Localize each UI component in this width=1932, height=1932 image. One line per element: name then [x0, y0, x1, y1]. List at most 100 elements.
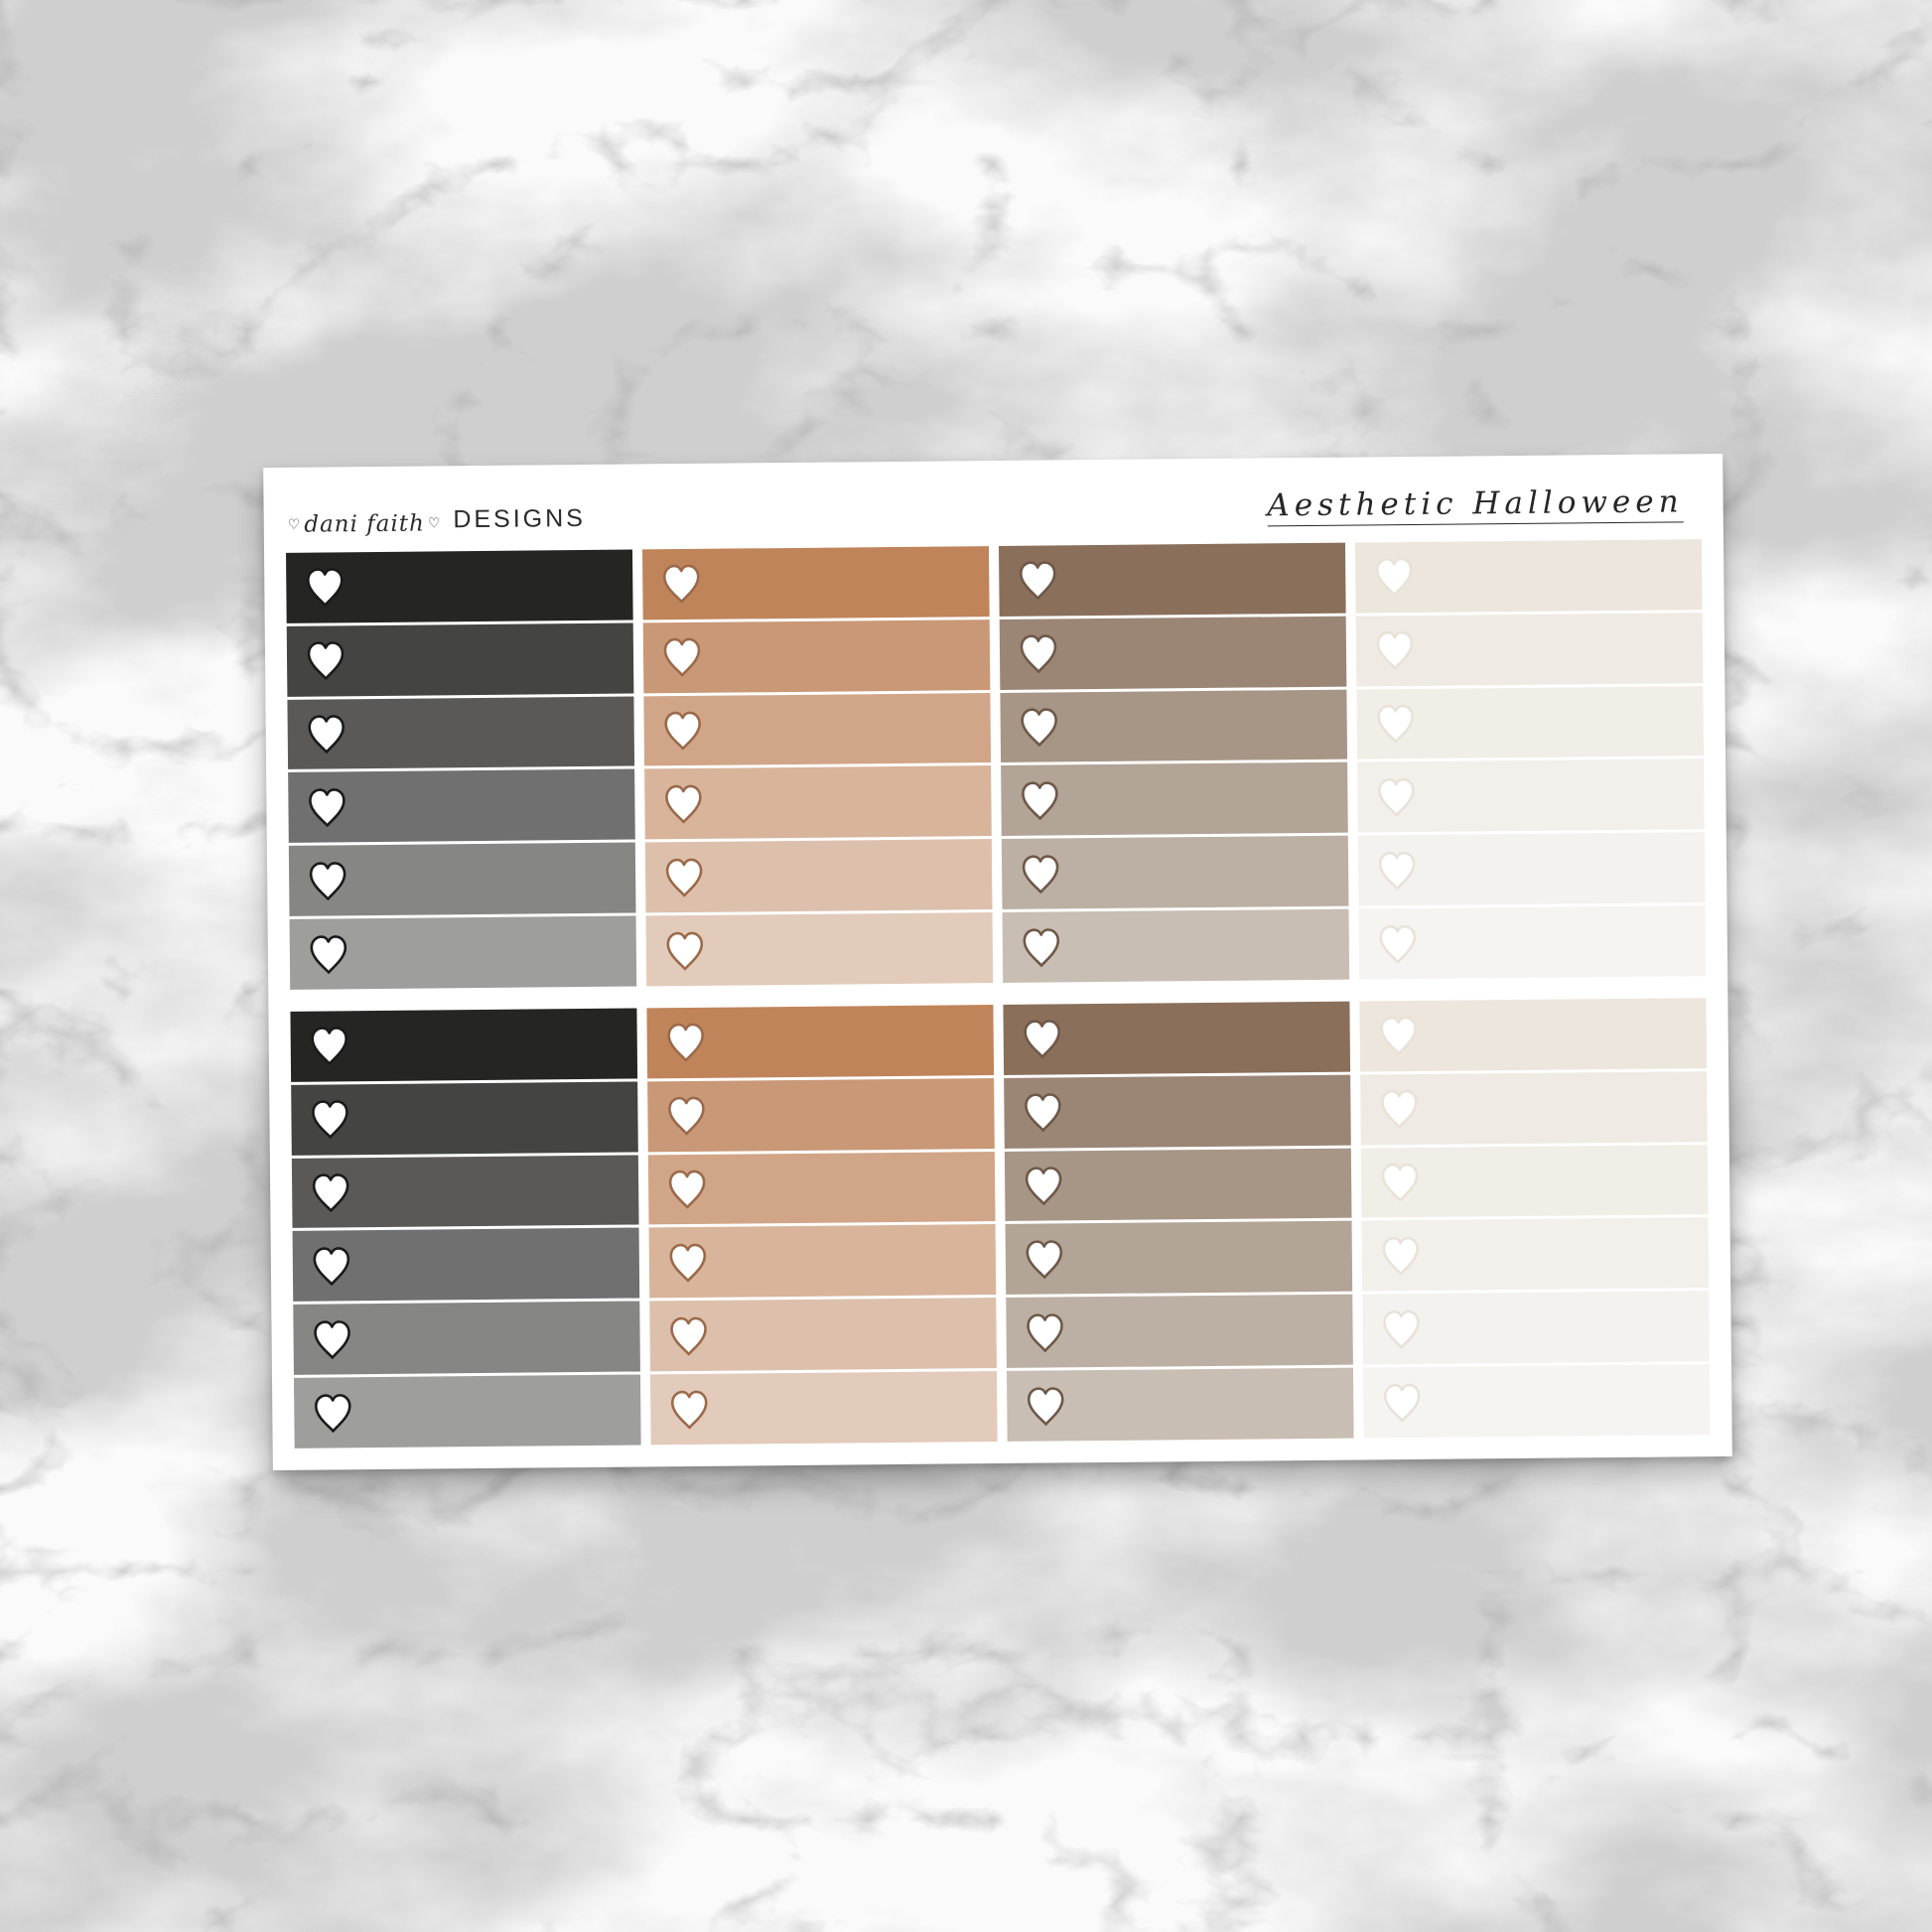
heart-checkbox-icon	[1377, 704, 1414, 744]
heart-checkbox-icon	[1027, 1386, 1064, 1426]
heart-checkbox-icon	[314, 1393, 351, 1433]
heart-checkbox-icon	[669, 1243, 707, 1283]
heart-checkbox-icon	[312, 1173, 349, 1212]
heart-checkbox-icon	[670, 1316, 707, 1356]
checklist-sticker	[288, 842, 636, 916]
heart-checkbox-icon	[1027, 1312, 1063, 1352]
sticker-block-bottom	[290, 998, 1711, 1449]
heart-checkbox-icon	[1376, 631, 1414, 670]
brand-script-text: dani faith	[304, 510, 425, 538]
heart-checkbox-icon	[668, 1096, 705, 1136]
checklist-sticker	[1005, 1221, 1353, 1296]
checklist-sticker	[648, 1224, 997, 1299]
checklist-sticker	[1356, 685, 1705, 759]
heart-icon: ♡	[287, 516, 302, 533]
checklist-sticker	[643, 692, 992, 766]
sticker-column-taupe	[1003, 1001, 1354, 1442]
checklist-sticker	[286, 622, 634, 697]
heart-checkbox-icon	[1024, 1020, 1060, 1059]
sticker-sheet: ♡ dani faith ♡ DESIGNS Aesthetic Hallowe…	[263, 453, 1732, 1471]
checklist-sticker	[1003, 1001, 1351, 1075]
checklist-sticker	[1354, 539, 1703, 614]
checklist-sticker	[1362, 1364, 1711, 1439]
heart-icon: ♡	[427, 515, 442, 532]
heart-checkbox-icon	[1019, 561, 1056, 601]
heart-checkbox-icon	[1026, 1240, 1063, 1279]
heart-checkbox-icon	[1025, 1093, 1061, 1133]
heart-checkbox-icon	[306, 568, 344, 608]
sticker-column-caramel	[641, 546, 994, 987]
checklist-sticker	[1358, 905, 1707, 980]
heart-checkbox-icon	[1378, 777, 1415, 817]
checklist-sticker	[647, 1077, 995, 1153]
checklist-sticker	[293, 1374, 641, 1449]
checklist-sticker	[649, 1298, 997, 1372]
heart-checkbox-icon	[1378, 851, 1416, 891]
checklist-sticker	[1362, 1291, 1710, 1365]
heart-checkbox-icon	[665, 784, 702, 824]
checklist-sticker	[1001, 835, 1349, 910]
heart-checkbox-icon	[667, 1024, 704, 1062]
sticker-column-caramel	[646, 1005, 998, 1446]
sticker-block-top	[286, 539, 1707, 990]
checklist-sticker	[645, 912, 994, 987]
checklist-sticker	[1361, 1217, 1710, 1292]
checklist-sticker	[291, 1081, 638, 1156]
sticker-column-cream	[1354, 539, 1707, 980]
checklist-sticker	[646, 1005, 995, 1079]
checklist-sticker	[647, 1151, 996, 1225]
heart-checkbox-icon	[308, 715, 345, 754]
heart-checkbox-icon	[307, 641, 345, 681]
heart-checkbox-icon	[1380, 1017, 1417, 1055]
checklist-sticker	[1002, 908, 1350, 983]
checklist-sticker	[291, 1155, 639, 1229]
sticker-column-grey	[290, 1008, 641, 1449]
checklist-sticker	[288, 768, 635, 844]
brand-word: DESIGNS	[453, 503, 587, 534]
heart-checkbox-icon	[1383, 1310, 1420, 1349]
heart-checkbox-icon	[314, 1319, 350, 1359]
heart-checkbox-icon	[309, 788, 345, 827]
heart-checkbox-icon	[1375, 558, 1413, 597]
checklist-sticker	[998, 542, 1346, 617]
checklist-sticker	[642, 619, 991, 694]
checklist-sticker	[289, 915, 637, 990]
heart-checkbox-icon	[313, 1246, 350, 1286]
checklist-sticker	[286, 549, 633, 623]
heart-checkbox-icon	[309, 861, 346, 900]
checklist-sticker	[292, 1227, 640, 1303]
heart-checkbox-icon	[664, 711, 701, 751]
heart-checkbox-icon	[670, 1390, 708, 1429]
heart-checkbox-icon	[662, 565, 700, 604]
heart-checkbox-icon	[1020, 634, 1057, 674]
sticker-column-grey	[286, 549, 637, 990]
heart-checkbox-icon	[311, 1027, 348, 1066]
sticker-column-taupe	[998, 542, 1350, 983]
checklist-sticker	[290, 1008, 638, 1082]
sheet-title: Aesthetic Halloween	[1267, 483, 1684, 527]
heart-checkbox-icon	[665, 858, 703, 897]
checklist-sticker	[644, 765, 992, 840]
checklist-sticker	[649, 1371, 998, 1446]
heart-checkbox-icon	[1022, 781, 1058, 820]
checklist-sticker	[293, 1301, 640, 1375]
heart-checkbox-icon	[1381, 1089, 1418, 1129]
checklist-sticker	[1006, 1367, 1354, 1442]
checklist-sticker	[1004, 1148, 1352, 1222]
heart-checkbox-icon	[310, 934, 347, 974]
checklist-sticker	[641, 546, 990, 621]
sticker-column-cream	[1359, 998, 1711, 1439]
heart-checkbox-icon	[1023, 927, 1060, 967]
checklist-sticker	[1006, 1294, 1353, 1369]
brand-logo: ♡ dani faith ♡ DESIGNS	[288, 504, 587, 538]
heart-checkbox-icon	[663, 637, 701, 677]
heart-checkbox-icon	[1021, 708, 1057, 747]
heart-checkbox-icon	[1382, 1236, 1420, 1276]
heart-checkbox-icon	[1383, 1383, 1421, 1422]
checklist-sticker	[1004, 1074, 1351, 1149]
heart-checkbox-icon	[668, 1170, 706, 1209]
checklist-sticker	[1000, 689, 1348, 763]
heart-checkbox-icon	[1379, 924, 1417, 963]
heart-checkbox-icon	[1025, 1167, 1062, 1205]
checklist-sticker	[999, 616, 1347, 690]
